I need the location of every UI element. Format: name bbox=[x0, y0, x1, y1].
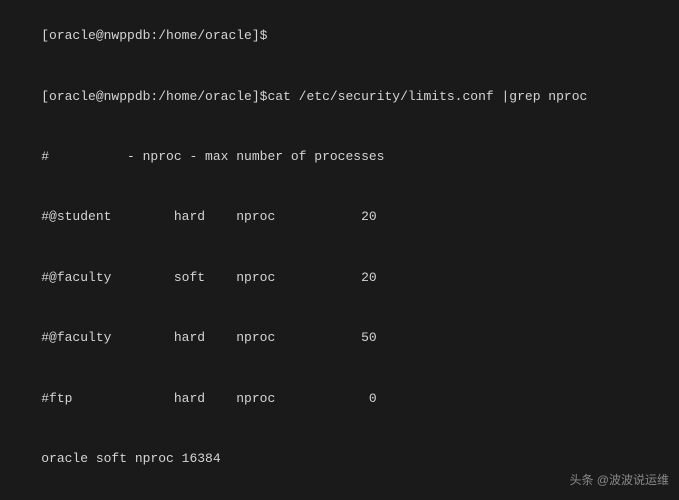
watermark-text: 头条 @波波说运维 bbox=[569, 473, 669, 487]
comment-text: # - nproc - max number of processes bbox=[41, 149, 384, 164]
line-faculty-soft: #@faculty soft nproc 20 bbox=[10, 248, 669, 308]
oracle-soft-text: oracle soft nproc 16384 bbox=[41, 451, 220, 466]
line-student: #@student hard nproc 20 bbox=[10, 187, 669, 247]
line-cat-command: [oracle@nwppdb:/home/oracle]$cat /etc/se… bbox=[10, 66, 669, 126]
terminal-window: [oracle@nwppdb:/home/oracle]$ [oracle@nw… bbox=[0, 0, 679, 500]
line-faculty-hard: #@faculty hard nproc 50 bbox=[10, 308, 669, 368]
line-comment: # - nproc - max number of processes bbox=[10, 127, 669, 187]
cat-command-text: [oracle@nwppdb:/home/oracle]$cat /etc/se… bbox=[41, 89, 587, 104]
faculty-soft-text: #@faculty soft nproc 20 bbox=[41, 270, 376, 285]
prompt-text: [oracle@nwppdb:/home/oracle]$ bbox=[41, 28, 267, 43]
watermark: 头条 @波波说运维 bbox=[569, 471, 669, 488]
line-ftp: #ftp hard nproc 0 bbox=[10, 369, 669, 429]
line-oracle-hard: oracle hard nproc 16384 bbox=[10, 489, 669, 500]
student-text: #@student hard nproc 20 bbox=[41, 209, 376, 224]
line-prompt-initial: [oracle@nwppdb:/home/oracle]$ bbox=[10, 6, 669, 66]
faculty-hard-text: #@faculty hard nproc 50 bbox=[41, 330, 376, 345]
ftp-text: #ftp hard nproc 0 bbox=[41, 391, 376, 406]
